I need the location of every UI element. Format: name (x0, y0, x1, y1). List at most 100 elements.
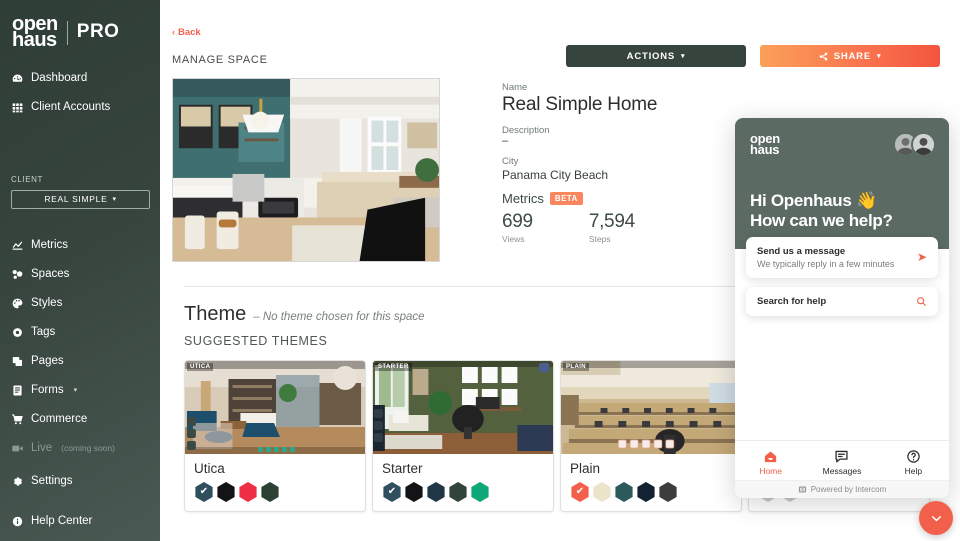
status-badge: BETA (549, 191, 583, 205)
theme-card-image: UTICA (185, 361, 365, 454)
color-swatch[interactable] (282, 482, 302, 502)
theme-card-name: Utica (194, 461, 225, 476)
color-swatch[interactable] (592, 482, 612, 502)
color-swatch[interactable] (470, 482, 490, 502)
sidebar-item-client-accounts[interactable]: Client Accounts (0, 96, 160, 119)
color-swatch[interactable]: ✔ (570, 482, 590, 502)
sidebar-item-settings[interactable]: Settings (0, 470, 160, 493)
intercom-avatar-group (893, 132, 936, 157)
search-input[interactable]: Search for help (757, 296, 916, 307)
intercom-nav-label: Home (759, 466, 782, 476)
send-message-title: Send us a message (757, 245, 846, 257)
color-swatch[interactable]: ✔ (382, 482, 402, 502)
share-button-label: SHARE (833, 50, 871, 62)
color-swatch[interactable] (658, 482, 678, 502)
metrics-label: Metrics (502, 190, 544, 206)
search-help-card[interactable]: Search for help (746, 286, 938, 316)
theme-card-plain[interactable]: PLAIN Plain ✔ (560, 360, 742, 512)
space-hero-image (172, 78, 440, 262)
gear-icon (11, 475, 24, 488)
color-swatch[interactable] (426, 482, 446, 502)
intercom-logo-icon (798, 485, 807, 494)
sidebar-item-label: Help Center (31, 515, 93, 528)
message-icon (806, 448, 877, 464)
sidebar: open haus PRO Dashboard Client Accounts (0, 0, 160, 541)
theme-card-body: Plain ✔ (561, 454, 741, 511)
theme-swatch-list: ✔ (194, 482, 356, 502)
sidebar-item-label: Client Accounts (31, 101, 111, 114)
theme-card-name: Starter (382, 461, 423, 476)
brand-logo[interactable]: open haus PRO (0, 0, 160, 51)
send-message-text: Send us a message We typically reply in … (757, 246, 917, 269)
theme-swatch-list: ✔ (382, 482, 544, 502)
sidebar-item-forms[interactable]: Forms ▾ (0, 379, 160, 402)
intercom-nav-messages[interactable]: Messages (806, 448, 877, 476)
sidebar-item-dashboard[interactable]: Dashboard (0, 67, 160, 90)
intercom-card-stack: Send us a message We typically reply in … (735, 236, 949, 325)
theme-heading: Theme (184, 303, 247, 325)
intercom-nav: Home Messages Help (735, 440, 949, 480)
search-icon[interactable] (916, 296, 927, 307)
question-icon (878, 448, 949, 464)
avatar (911, 132, 936, 157)
color-swatch[interactable] (238, 482, 258, 502)
color-swatch[interactable] (636, 482, 656, 502)
brand-divider (66, 20, 68, 45)
sidebar-item-help-center[interactable]: Help Center (0, 510, 160, 533)
sidebar-item-metrics[interactable]: Metrics (0, 234, 160, 257)
action-button-row: ACTIONS ▾ SHARE ▾ (566, 45, 940, 67)
sidebar-item-label: Styles (31, 297, 63, 310)
sidebar-item-note: (coming soon) (61, 443, 115, 454)
color-swatch[interactable] (260, 482, 280, 502)
color-swatch[interactable] (216, 482, 236, 502)
sidebar-nav-main: Metrics Spaces Styles Tags Pages Forms ▾… (0, 221, 160, 499)
check-icon: ✔ (387, 486, 397, 497)
metric-value: 699 (502, 210, 533, 232)
sidebar-item-styles[interactable]: Styles (0, 292, 160, 315)
sidebar-item-spaces[interactable]: Spaces (0, 263, 160, 286)
intercom-footer-label: Powered by Intercom (810, 485, 887, 494)
intercom-launcher-button[interactable] (919, 501, 953, 535)
sidebar-item-label: Commerce (31, 413, 88, 426)
share-button[interactable]: SHARE ▾ (760, 45, 940, 67)
intercom-greeting-line2: How can we help? (750, 211, 893, 231)
intercom-greeting: Hi Openhaus 👋 How can we help? (750, 191, 934, 230)
sidebar-item-tags[interactable]: Tags (0, 321, 160, 344)
sidebar-nav-top: Dashboard Client Accounts (0, 67, 160, 125)
theme-card-starter[interactable]: STARTER Starter ✔ (372, 360, 554, 512)
back-link[interactable]: ‹ Back (172, 27, 201, 38)
theme-card-utica[interactable]: UTICA Utica ✔ (184, 360, 366, 512)
metric-value: 7,594 (588, 210, 635, 232)
intercom-messenger: open haus Hi Openhaus 👋 How can we help?… (735, 118, 949, 498)
form-icon (11, 384, 24, 397)
intercom-header: open haus Hi Openhaus 👋 How can we help? (735, 118, 949, 249)
intercom-nav-label: Help (904, 466, 923, 476)
color-swatch[interactable] (614, 482, 634, 502)
sidebar-item-pages[interactable]: Pages (0, 350, 160, 373)
color-swatch[interactable] (404, 482, 424, 502)
brand-wordmark: open haus (12, 14, 58, 51)
spaces-icon (11, 268, 24, 281)
metric-steps: 7,594 Steps (589, 211, 635, 244)
actions-button-label: ACTIONS (626, 50, 676, 62)
color-swatch[interactable] (448, 482, 468, 502)
intercom-nav-home[interactable]: Home (735, 448, 806, 476)
chevron-down-icon: ▾ (73, 387, 78, 395)
intercom-nav-help[interactable]: Help (878, 448, 949, 476)
home-icon (735, 448, 806, 464)
send-message-card[interactable]: Send us a message We typically reply in … (746, 236, 938, 278)
sidebar-item-label: Dashboard (31, 72, 88, 85)
client-label: CLIENT (11, 174, 44, 184)
chevron-down-icon (930, 512, 943, 525)
actions-button[interactable]: ACTIONS ▾ (566, 45, 746, 67)
sidebar-item-label: Forms (31, 384, 64, 397)
sidebar-item-label: Settings (31, 475, 73, 488)
send-arrow-icon: ➤ (916, 250, 927, 265)
theme-card-body: Starter ✔ (373, 454, 553, 511)
client-select[interactable]: REAL SIMPLE ▾ (11, 189, 150, 209)
sidebar-item-commerce[interactable]: Commerce (0, 408, 160, 431)
chart-icon (11, 239, 24, 252)
sidebar-nav-bottom: Help Center Account (0, 499, 160, 541)
color-swatch[interactable]: ✔ (194, 482, 214, 502)
sidebar-item-label: Live (31, 442, 53, 455)
